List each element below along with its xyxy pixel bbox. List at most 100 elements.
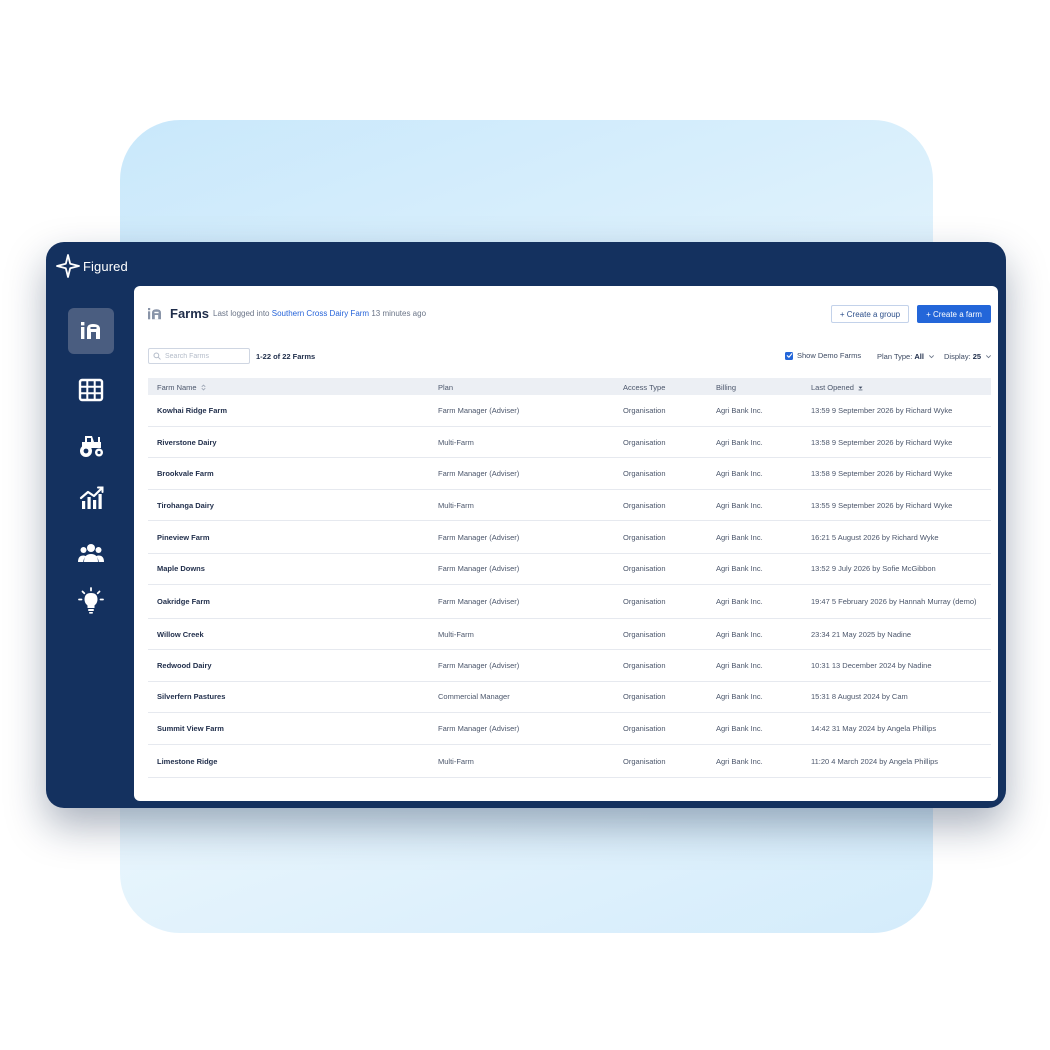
plan-cell: Farm Manager (Adviser) [438, 724, 520, 733]
nav-item-people[interactable] [68, 530, 114, 576]
last-opened-cell: 13:58 9 September 2026 by Richard Wyke [811, 469, 953, 478]
search-input[interactable] [165, 352, 245, 360]
plan-cell: Farm Manager (Adviser) [438, 564, 520, 573]
farm-name[interactable]: Redwood Dairy [157, 661, 212, 670]
create-farm-button[interactable]: + Create a farm [917, 305, 991, 323]
table-row[interactable]: Riverstone Dairy Multi-Farm Organisation… [148, 427, 991, 458]
access-type-cell: Organisation [623, 692, 666, 701]
farm-name[interactable]: Limestone Ridge [157, 757, 217, 766]
nav-item-farms[interactable] [68, 308, 114, 354]
access-type-cell: Organisation [623, 630, 666, 639]
search-box[interactable] [148, 348, 250, 364]
nav-item-grid[interactable] [68, 367, 114, 413]
billing-cell: Agri Bank Inc. [716, 692, 763, 701]
check-icon [786, 353, 792, 358]
column-header-last-opened[interactable]: Last Opened [811, 383, 864, 392]
show-demo-farms-toggle[interactable]: Show Demo Farms [785, 351, 861, 360]
farm-admin-icon [81, 322, 100, 339]
farm-name[interactable]: Maple Downs [157, 564, 205, 573]
table-row[interactable]: Willow Creek Multi-Farm Organisation Agr… [148, 619, 991, 650]
billing-cell: Agri Bank Inc. [716, 469, 763, 478]
billing-cell: Agri Bank Inc. [716, 661, 763, 670]
plan-type-dropdown[interactable]: Plan Type: All [877, 352, 935, 361]
table-row[interactable]: Silverfern Pastures Commercial Manager O… [148, 682, 991, 713]
farms-panel: Farms Last logged into Southern Cross Da… [134, 286, 998, 801]
farm-name[interactable]: Tirohanga Dairy [157, 501, 214, 510]
plan-cell: Farm Manager (Adviser) [438, 597, 520, 606]
lightbulb-icon [78, 587, 104, 614]
display-value: 25 [972, 352, 982, 361]
farm-name[interactable]: Riverstone Dairy [157, 438, 217, 447]
plan-cell: Farm Manager (Adviser) [438, 533, 520, 542]
column-header-access-type[interactable]: Access Type [623, 383, 665, 392]
tractor-icon [80, 436, 103, 457]
farm-name[interactable]: Kowhai Ridge Farm [157, 406, 227, 415]
farm-name[interactable]: Silverfern Pastures [157, 692, 225, 701]
nav-item-reports[interactable] [68, 475, 114, 521]
table-row[interactable]: Limestone Ridge Multi-Farm Organisation … [148, 745, 991, 778]
chart-icon [79, 486, 104, 509]
display-count-dropdown[interactable]: Display: 25 [944, 352, 992, 361]
display-label: Display: [944, 352, 971, 361]
billing-cell: Agri Bank Inc. [716, 630, 763, 639]
column-header-plan[interactable]: Plan [438, 383, 453, 392]
farm-name[interactable]: Oakridge Farm [157, 597, 210, 606]
nav-item-tractor[interactable] [68, 422, 114, 468]
last-opened-cell: 14:42 31 May 2024 by Angela Phillips [811, 724, 937, 733]
farm-name[interactable]: Brookvale Farm [157, 469, 214, 478]
last-opened-cell: 16:21 5 August 2026 by Richard Wyke [811, 533, 939, 542]
column-header-billing[interactable]: Billing [716, 383, 736, 392]
sort-icon [201, 384, 206, 391]
show-demo-label: Show Demo Farms [797, 351, 862, 360]
figured-logo[interactable]: Figured [56, 254, 128, 278]
table-row[interactable]: Tirohanga Dairy Multi-Farm Organisation … [148, 490, 991, 521]
show-demo-checkbox[interactable] [785, 351, 793, 360]
column-label: Access Type [623, 383, 666, 392]
nav-item-ideas[interactable] [68, 578, 114, 624]
plan-cell: Farm Manager (Adviser) [438, 406, 520, 415]
billing-cell: Agri Bank Inc. [716, 501, 763, 510]
figured-star-icon [56, 254, 80, 278]
last-opened-cell: 13:52 9 July 2026 by Sofie McGibbon [811, 564, 936, 573]
access-type-cell: Organisation [623, 757, 666, 766]
last-logged-farm-link[interactable]: Southern Cross Dairy Farm [272, 309, 369, 318]
last-opened-cell: 13:55 9 September 2026 by Richard Wyke [811, 501, 953, 510]
search-icon [153, 352, 161, 360]
table-row[interactable]: Summit View Farm Farm Manager (Adviser) … [148, 713, 991, 745]
last-opened-cell: 23:34 21 May 2025 by Nadine [811, 630, 912, 639]
billing-cell: Agri Bank Inc. [716, 757, 763, 766]
farm-name[interactable]: Pineview Farm [157, 533, 210, 542]
table-row[interactable]: Redwood Dairy Farm Manager (Adviser) Org… [148, 650, 991, 682]
farm-admin-icon [148, 308, 161, 320]
table-row[interactable]: Oakridge Farm Farm Manager (Adviser) Org… [148, 585, 991, 619]
plan-cell: Multi-Farm [438, 438, 474, 447]
column-label: Billing [716, 383, 737, 392]
plan-cell: Multi-Farm [438, 757, 474, 766]
last-opened-cell: 15:31 8 August 2024 by Cam [811, 692, 908, 701]
table-row[interactable]: Kowhai Ridge Farm Farm Manager (Adviser)… [148, 395, 991, 427]
billing-cell: Agri Bank Inc. [716, 597, 763, 606]
grid-icon [78, 378, 104, 402]
access-type-cell: Organisation [623, 564, 666, 573]
last-opened-cell: 19:47 5 February 2026 by Hannah Murray (… [811, 597, 977, 606]
last-opened-cell: 11:20 4 March 2024 by Angela Phillips [811, 757, 939, 766]
plan-cell: Commercial Manager [438, 692, 510, 701]
farm-name[interactable]: Summit View Farm [157, 724, 224, 733]
access-type-cell: Organisation [623, 406, 666, 415]
billing-cell: Agri Bank Inc. [716, 564, 763, 573]
table-header: Farm Name Plan Access Type Billing Last … [148, 378, 991, 395]
access-type-cell: Organisation [623, 533, 666, 542]
table-row[interactable]: Brookvale Farm Farm Manager (Adviser) Or… [148, 458, 991, 490]
billing-cell: Agri Bank Inc. [716, 406, 763, 415]
table-row[interactable]: Maple Downs Farm Manager (Adviser) Organ… [148, 554, 991, 585]
access-type-cell: Organisation [623, 469, 666, 478]
table-row[interactable]: Pineview Farm Farm Manager (Adviser) Org… [148, 521, 991, 554]
column-header-farm-name[interactable]: Farm Name [157, 383, 207, 392]
billing-cell: Agri Bank Inc. [716, 533, 763, 542]
farm-name[interactable]: Willow Creek [157, 630, 204, 639]
brand-name: Figured [83, 258, 128, 274]
billing-cell: Agri Bank Inc. [716, 438, 763, 447]
create-group-button[interactable]: + Create a group [831, 305, 909, 323]
plan-cell: Farm Manager (Adviser) [438, 469, 520, 478]
last-logged-suffix: 13 minutes ago [371, 309, 427, 318]
